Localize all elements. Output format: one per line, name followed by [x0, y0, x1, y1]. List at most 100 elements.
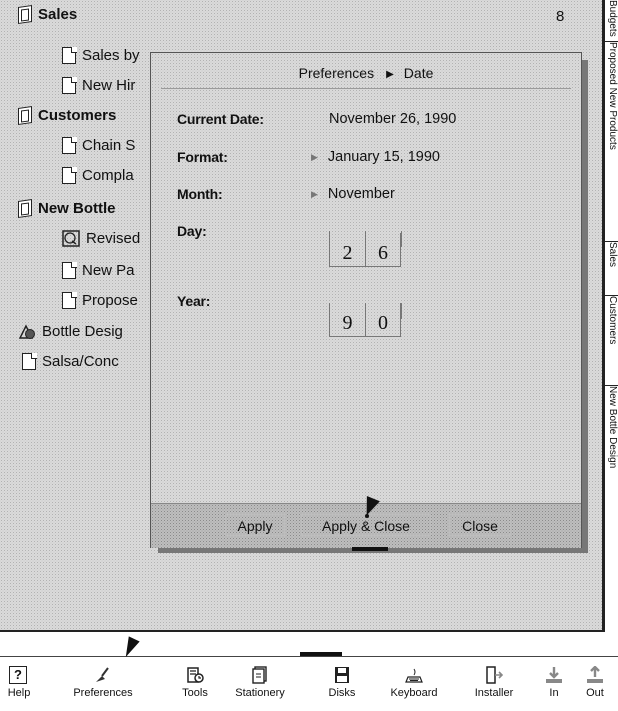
document-icon: [62, 261, 77, 279]
toc-item-label: New Pa: [82, 262, 135, 279]
dialog-title-parent: Preferences: [298, 65, 375, 81]
month-label: Month:: [177, 186, 223, 202]
toc-item-label: New Hir: [82, 77, 136, 94]
tools-button[interactable]: Tools: [172, 666, 218, 706]
preferences-icon: [93, 666, 113, 684]
toc-item-label: Bottle Desig: [42, 323, 123, 340]
toc-item-label: Propose: [82, 292, 138, 309]
divider: [0, 656, 618, 657]
toc-item[interactable]: Salsa/Conc: [22, 352, 119, 370]
toc-section-customers[interactable]: Customers: [18, 106, 117, 125]
toolbar-label: In: [549, 687, 559, 699]
document-icon: [62, 46, 77, 64]
out-box-icon: [585, 665, 605, 684]
section-icon: [18, 106, 32, 125]
document-icon: [62, 291, 77, 309]
shapes-icon: [18, 323, 36, 340]
document-icon: [62, 136, 77, 154]
dialog-title-child: Date: [403, 65, 434, 81]
keyboard-icon: [404, 666, 424, 684]
toolbar-label: Stationery: [235, 687, 285, 699]
installer-icon: [484, 666, 504, 684]
tools-icon: [185, 666, 205, 684]
day-digit-field[interactable]: 6: [365, 233, 401, 267]
toc-item[interactable]: Propose: [62, 291, 138, 309]
help-button[interactable]: ? Help: [2, 666, 36, 706]
toc-item[interactable]: Sales by: [62, 46, 140, 64]
current-date-label: Current Date:: [177, 111, 264, 127]
section-icon: [18, 5, 32, 24]
month-picker[interactable]: ▶ November: [311, 186, 395, 202]
toc-item-label: Sales by: [82, 47, 140, 64]
stationery-icon: [250, 666, 270, 684]
year-digit-field[interactable]: 9: [329, 303, 365, 337]
tab-new-bottle-design[interactable]: New Bottle Design: [605, 386, 618, 632]
keyboard-button[interactable]: Keyboard: [376, 666, 452, 706]
document-icon: [62, 166, 77, 184]
comb-tick: [401, 231, 402, 247]
dialog-title: Preferences ▶ Date: [151, 65, 581, 81]
format-picker[interactable]: ▶ January 15, 1990: [311, 149, 440, 165]
toc-page-number: 8: [556, 8, 565, 25]
close-button[interactable]: Close: [449, 514, 511, 536]
document-icon: [22, 352, 37, 370]
toc-item[interactable]: Revised: [62, 230, 140, 247]
triangle-right-icon: ▶: [311, 189, 318, 199]
day-label: Day:: [177, 223, 207, 239]
day-digit-field[interactable]: 2: [329, 233, 365, 267]
disks-button[interactable]: Disks: [322, 666, 362, 706]
section-tabs: Budgets Proposed New Products Sales Cust…: [604, 0, 618, 632]
installer-button[interactable]: Installer: [464, 666, 524, 706]
toolbar-drag-handle[interactable]: [300, 652, 342, 656]
comb-tick: [401, 303, 402, 319]
month-value: November: [327, 186, 395, 202]
year-label: Year:: [177, 293, 211, 309]
year-digit-field[interactable]: 0: [365, 303, 401, 337]
toc-item-label: Salsa/Conc: [42, 353, 119, 370]
toolbar-label: Preferences: [73, 687, 133, 699]
toc-item-label: New Bottle: [38, 200, 116, 217]
pen-tap-mark: [365, 514, 369, 518]
stationery-button[interactable]: Stationery: [228, 666, 292, 706]
apply-button[interactable]: Apply: [225, 514, 285, 536]
in-box-button[interactable]: In: [540, 666, 568, 706]
dialog-shadow: [582, 60, 588, 552]
toc-item-label: Revised: [86, 230, 141, 247]
document-icon: [62, 76, 77, 94]
toolbar-label: Disks: [328, 687, 356, 699]
toc-item[interactable]: Chain S: [62, 136, 136, 154]
triangle-right-icon: ▶: [386, 69, 394, 80]
toc-item-label: Customers: [38, 107, 117, 124]
toolbar-label: Out: [586, 687, 604, 699]
mail-reply-icon: [62, 230, 80, 247]
toc-item-label: Chain S: [82, 137, 136, 154]
tab-budgets[interactable]: Budgets: [605, 0, 618, 42]
tab-sales[interactable]: Sales: [605, 242, 618, 296]
help-icon: ?: [9, 666, 29, 684]
triangle-right-icon: ▶: [311, 152, 318, 162]
format-label: Format:: [177, 149, 228, 165]
toc-item[interactable]: New Pa: [62, 261, 135, 279]
toc-section-new-bottle[interactable]: New Bottle: [18, 199, 116, 218]
disks-icon: [332, 666, 352, 684]
toc-item-label: Compla: [82, 167, 134, 184]
toolbar-label: Installer: [474, 687, 514, 699]
toc-item-label: Sales: [38, 6, 78, 23]
dialog-drag-handle[interactable]: [352, 547, 388, 551]
toc-item[interactable]: Compla: [62, 166, 134, 184]
current-date-value: November 26, 1990: [329, 111, 457, 127]
toolbar-label: Keyboard: [390, 687, 438, 699]
toc-item[interactable]: Bottle Desig: [18, 323, 123, 340]
toc-item[interactable]: New Hir: [62, 76, 136, 94]
toolbar-label: Help: [7, 687, 31, 699]
tab-proposed-new-products[interactable]: Proposed New Products: [605, 42, 618, 242]
format-value: January 15, 1990: [327, 149, 440, 165]
preferences-button[interactable]: Preferences: [42, 666, 164, 706]
toc-section-sales[interactable]: Sales: [18, 5, 78, 24]
divider: [161, 88, 571, 89]
tab-customers[interactable]: Customers: [605, 296, 618, 386]
preferences-date-dialog: Preferences ▶ Date Current Date: November …: [150, 52, 582, 548]
toolbar-label: Tools: [182, 687, 208, 699]
section-icon: [18, 199, 32, 218]
out-box-button[interactable]: Out: [578, 665, 612, 706]
